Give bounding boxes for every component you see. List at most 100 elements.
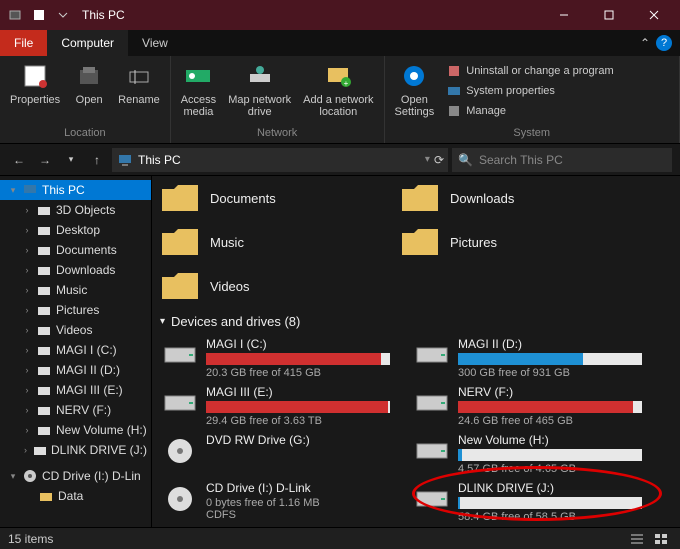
help-icon[interactable]: ?: [656, 35, 672, 51]
drive-tile[interactable]: MAGI III (E:) 29.4 GB free of 3.63 TB: [160, 383, 392, 429]
chevron-right-icon[interactable]: ›: [22, 305, 32, 315]
folder-icon: [36, 282, 52, 298]
chevron-right-icon[interactable]: ›: [22, 425, 32, 435]
forward-button[interactable]: →: [34, 149, 56, 171]
drive-icon: [414, 433, 450, 469]
properties-button[interactable]: Properties: [6, 58, 64, 125]
nav-item[interactable]: › Music: [0, 280, 151, 300]
folder-icon: [38, 488, 54, 504]
window-title: This PC: [82, 8, 125, 22]
folder-tile[interactable]: Music: [160, 224, 360, 260]
add-location-icon: +: [322, 60, 354, 92]
nav-item[interactable]: › 3D Objects: [0, 200, 151, 220]
chevron-right-icon[interactable]: ›: [22, 385, 32, 395]
chevron-right-icon[interactable]: ›: [22, 445, 29, 455]
address-box[interactable]: This PC ▾ ⟳: [112, 148, 448, 172]
ribbon-collapse-icon[interactable]: ⌃: [640, 36, 650, 50]
chevron-down-icon[interactable]: ▾: [8, 185, 18, 196]
drive-tile[interactable]: New Volume (H:) 4.57 GB free of 4.65 GB: [412, 431, 644, 477]
tiles-view-button[interactable]: [650, 530, 672, 548]
drive-tile[interactable]: DLINK DRIVE (J:) 58.4 GB free of 58.5 GB: [412, 479, 644, 525]
nav-item[interactable]: › Downloads: [0, 260, 151, 280]
add-network-location-button[interactable]: + Add a network location: [299, 58, 377, 125]
folder-icon: [36, 242, 52, 258]
drive-tile[interactable]: DVD RW Drive (G:): [160, 431, 392, 477]
nav-item[interactable]: › Pictures: [0, 300, 151, 320]
minimize-button[interactable]: [541, 0, 586, 30]
chevron-right-icon[interactable]: ›: [22, 345, 32, 355]
recent-dropdown-icon[interactable]: ▾: [60, 149, 82, 171]
folder-tile[interactable]: Videos: [160, 268, 360, 304]
system-properties-button[interactable]: System properties: [442, 82, 617, 100]
title-bar: This PC: [0, 0, 680, 30]
nav-item[interactable]: › DLINK DRIVE (J:): [0, 440, 151, 460]
tab-view[interactable]: View: [128, 30, 182, 56]
nav-cd-data[interactable]: Data: [0, 486, 151, 506]
devices-header[interactable]: ▾ Devices and drives (8): [160, 314, 672, 329]
open-icon: [73, 60, 105, 92]
map-network-drive-button[interactable]: Map network drive: [224, 58, 295, 125]
chevron-right-icon[interactable]: ›: [22, 405, 32, 415]
folder-icon: [36, 422, 52, 438]
drive-tile[interactable]: MAGI II (D:) 300 GB free of 931 GB: [412, 335, 644, 381]
details-view-button[interactable]: [626, 530, 648, 548]
close-button[interactable]: [631, 0, 676, 30]
capacity-bar: [458, 497, 642, 509]
qat-dropdown-icon[interactable]: [52, 4, 74, 26]
chevron-right-icon[interactable]: ›: [22, 365, 32, 375]
ribbon-tabs: File Computer View ⌃ ?: [0, 30, 680, 56]
folder-icon: [160, 224, 200, 260]
nav-item[interactable]: › MAGI III (E:): [0, 380, 151, 400]
address-dropdown-icon[interactable]: ▾: [425, 154, 430, 165]
manage-button[interactable]: Manage: [442, 102, 617, 120]
nav-item[interactable]: › MAGI II (D:): [0, 360, 151, 380]
folder-icon: [36, 342, 52, 358]
nav-item[interactable]: › NERV (F:): [0, 400, 151, 420]
chevron-right-icon[interactable]: ›: [22, 265, 32, 275]
back-button[interactable]: ←: [8, 149, 30, 171]
nav-item[interactable]: › Videos: [0, 320, 151, 340]
tab-file[interactable]: File: [0, 30, 47, 56]
group-network-label: Network: [177, 125, 378, 141]
folder-icon: [400, 224, 440, 260]
rename-icon: [123, 60, 155, 92]
folder-tile[interactable]: Documents: [160, 180, 360, 216]
disc-icon: [22, 468, 38, 484]
folder-tile[interactable]: Pictures: [400, 224, 600, 260]
media-icon: [182, 60, 214, 92]
chevron-right-icon[interactable]: ›: [22, 205, 32, 215]
chevron-right-icon[interactable]: ›: [22, 225, 32, 235]
nav-cd-drive[interactable]: ▾ CD Drive (I:) D-Lin: [0, 466, 151, 486]
nav-this-pc[interactable]: ▾ This PC: [0, 180, 151, 200]
tab-computer[interactable]: Computer: [47, 30, 128, 56]
open-button[interactable]: Open: [68, 58, 110, 125]
rename-button[interactable]: Rename: [114, 58, 164, 125]
qat-properties-icon[interactable]: [28, 4, 50, 26]
nav-item[interactable]: › New Volume (H:): [0, 420, 151, 440]
nav-item[interactable]: › MAGI I (C:): [0, 340, 151, 360]
maximize-button[interactable]: [586, 0, 631, 30]
up-button[interactable]: ↑: [86, 149, 108, 171]
thispc-icon: [116, 151, 134, 169]
chevron-down-icon[interactable]: ▾: [8, 471, 18, 482]
drive-tile[interactable]: CD Drive (I:) D-Link 0 bytes free of 1.1…: [160, 479, 392, 525]
open-settings-button[interactable]: Open Settings: [391, 58, 439, 125]
nav-item[interactable]: › Documents: [0, 240, 151, 260]
chevron-right-icon[interactable]: ›: [22, 285, 32, 295]
drive-icon: [162, 433, 198, 469]
refresh-button[interactable]: ⟳: [434, 153, 444, 167]
group-location-label: Location: [6, 125, 164, 141]
folder-icon: [36, 382, 52, 398]
drive-tile[interactable]: NERV (F:) 24.6 GB free of 465 GB: [412, 383, 644, 429]
capacity-bar: [458, 401, 642, 413]
uninstall-button[interactable]: Uninstall or change a program: [442, 62, 617, 80]
drive-tile[interactable]: MAGI I (C:) 20.3 GB free of 415 GB: [160, 335, 392, 381]
search-box[interactable]: 🔍 Search This PC: [452, 148, 672, 172]
folder-icon: [160, 180, 200, 216]
access-media-button[interactable]: Access media: [177, 58, 220, 125]
folder-tile[interactable]: Downloads: [400, 180, 600, 216]
drive-icon: [162, 385, 198, 421]
nav-item[interactable]: › Desktop: [0, 220, 151, 240]
chevron-right-icon[interactable]: ›: [22, 325, 32, 335]
chevron-right-icon[interactable]: ›: [22, 245, 32, 255]
